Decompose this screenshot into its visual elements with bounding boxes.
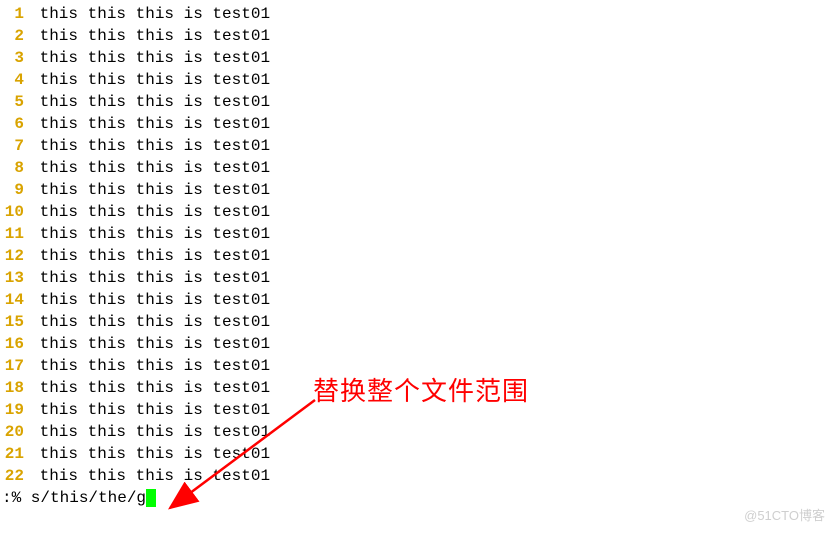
line-number: 22 bbox=[0, 465, 30, 487]
line-number: 1 bbox=[0, 3, 30, 25]
vim-command-line[interactable]: :% s/this/the/g bbox=[0, 487, 835, 509]
editor-line[interactable]: 1 this this this is test01 bbox=[0, 3, 835, 25]
editor-line[interactable]: 14 this this this is test01 bbox=[0, 289, 835, 311]
line-text: this this this is test01 bbox=[30, 113, 270, 135]
line-text: this this this is test01 bbox=[30, 157, 270, 179]
cursor-icon bbox=[146, 489, 156, 507]
line-text: this this this is test01 bbox=[30, 311, 270, 333]
editor-line[interactable]: 15 this this this is test01 bbox=[0, 311, 835, 333]
line-text: this this this is test01 bbox=[30, 69, 270, 91]
line-number: 10 bbox=[0, 201, 30, 223]
editor-line[interactable]: 16 this this this is test01 bbox=[0, 333, 835, 355]
editor-line[interactable]: 17 this this this is test01 bbox=[0, 355, 835, 377]
line-number: 15 bbox=[0, 311, 30, 333]
editor-line[interactable]: 6 this this this is test01 bbox=[0, 113, 835, 135]
line-number: 2 bbox=[0, 25, 30, 47]
editor-line[interactable]: 13 this this this is test01 bbox=[0, 267, 835, 289]
line-text: this this this is test01 bbox=[30, 377, 270, 399]
line-number: 21 bbox=[0, 443, 30, 465]
editor-line[interactable]: 22 this this this is test01 bbox=[0, 465, 835, 487]
line-number: 9 bbox=[0, 179, 30, 201]
line-number: 18 bbox=[0, 377, 30, 399]
line-number: 16 bbox=[0, 333, 30, 355]
line-text: this this this is test01 bbox=[30, 245, 270, 267]
line-number: 11 bbox=[0, 223, 30, 245]
line-number: 6 bbox=[0, 113, 30, 135]
editor-line[interactable]: 20 this this this is test01 bbox=[0, 421, 835, 443]
line-text: this this this is test01 bbox=[30, 91, 270, 113]
editor-line[interactable]: 3 this this this is test01 bbox=[0, 47, 835, 69]
editor-line[interactable]: 4 this this this is test01 bbox=[0, 69, 835, 91]
line-number: 5 bbox=[0, 91, 30, 113]
line-text: this this this is test01 bbox=[30, 179, 270, 201]
line-text: this this this is test01 bbox=[30, 443, 270, 465]
line-number: 13 bbox=[0, 267, 30, 289]
line-number: 4 bbox=[0, 69, 30, 91]
line-text: this this this is test01 bbox=[30, 355, 270, 377]
line-text: this this this is test01 bbox=[30, 47, 270, 69]
line-text: this this this is test01 bbox=[30, 465, 270, 487]
line-text: this this this is test01 bbox=[30, 267, 270, 289]
line-text: this this this is test01 bbox=[30, 3, 270, 25]
annotation-label: 替换整个文件范围 bbox=[313, 380, 529, 402]
line-number: 14 bbox=[0, 289, 30, 311]
line-number: 8 bbox=[0, 157, 30, 179]
editor-line[interactable]: 11 this this this is test01 bbox=[0, 223, 835, 245]
line-text: this this this is test01 bbox=[30, 289, 270, 311]
editor-line[interactable]: 7 this this this is test01 bbox=[0, 135, 835, 157]
watermark-text: @51CTO博客 bbox=[744, 505, 825, 527]
editor-line[interactable]: 21 this this this is test01 bbox=[0, 443, 835, 465]
line-text: this this this is test01 bbox=[30, 135, 270, 157]
editor-line[interactable]: 5 this this this is test01 bbox=[0, 91, 835, 113]
line-text: this this this is test01 bbox=[30, 333, 270, 355]
line-text: this this this is test01 bbox=[30, 223, 270, 245]
line-text: this this this is test01 bbox=[30, 201, 270, 223]
editor-line[interactable]: 12 this this this is test01 bbox=[0, 245, 835, 267]
line-number: 20 bbox=[0, 421, 30, 443]
line-number: 17 bbox=[0, 355, 30, 377]
line-number: 3 bbox=[0, 47, 30, 69]
editor-line[interactable]: 9 this this this is test01 bbox=[0, 179, 835, 201]
line-text: this this this is test01 bbox=[30, 421, 270, 443]
line-number: 12 bbox=[0, 245, 30, 267]
editor-content[interactable]: 1 this this this is test012 this this th… bbox=[0, 3, 835, 487]
line-text: this this this is test01 bbox=[30, 25, 270, 47]
line-number: 7 bbox=[0, 135, 30, 157]
command-text: :% s/this/the/g bbox=[2, 487, 146, 509]
editor-line[interactable]: 10 this this this is test01 bbox=[0, 201, 835, 223]
line-text: this this this is test01 bbox=[30, 399, 270, 421]
editor-line[interactable]: 2 this this this is test01 bbox=[0, 25, 835, 47]
editor-line[interactable]: 8 this this this is test01 bbox=[0, 157, 835, 179]
line-number: 19 bbox=[0, 399, 30, 421]
